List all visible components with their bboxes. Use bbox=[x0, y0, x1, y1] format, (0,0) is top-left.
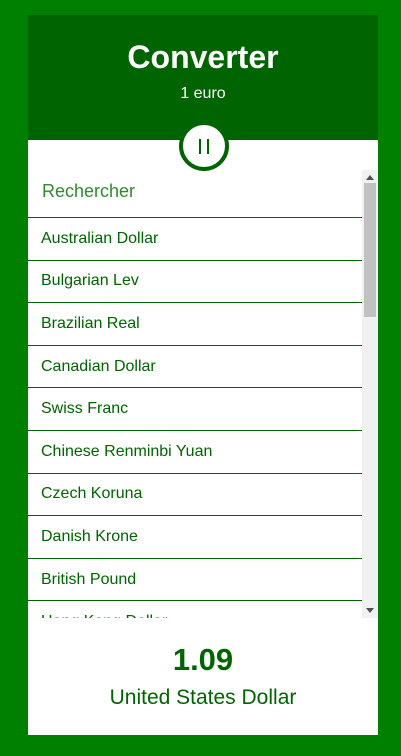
list-item[interactable]: British Pound bbox=[28, 559, 362, 602]
list-item[interactable]: Hong Kong Dollar bbox=[28, 601, 362, 618]
list-item[interactable]: Canadian Dollar bbox=[28, 346, 362, 389]
pause-button[interactable] bbox=[179, 121, 229, 171]
list-item[interactable]: Brazilian Real bbox=[28, 303, 362, 346]
base-amount-label: 1 euro bbox=[180, 85, 226, 102]
scroll-up-arrow-icon[interactable] bbox=[366, 175, 374, 180]
list-item[interactable]: Australian Dollar bbox=[28, 218, 362, 261]
converted-value: 1.09 bbox=[172, 642, 234, 677]
list-scrollbar[interactable] bbox=[362, 170, 378, 618]
list-item[interactable]: Czech Koruna bbox=[28, 474, 362, 517]
scrollbar-thumb[interactable] bbox=[364, 183, 376, 317]
converter-card: Converter 1 euro Australian Dollar Bulga… bbox=[28, 15, 378, 735]
app-title: Converter bbox=[127, 39, 279, 75]
search-input[interactable] bbox=[42, 181, 342, 202]
currency-list: Australian Dollar Bulgarian Lev Brazilia… bbox=[28, 218, 362, 618]
list-item[interactable]: Chinese Renminbi Yuan bbox=[28, 431, 362, 474]
list-item[interactable]: Swiss Franc bbox=[28, 388, 362, 431]
conversion-result: 1.09 United States Dollar bbox=[28, 618, 378, 735]
search-bar bbox=[28, 170, 362, 218]
target-currency-label: United States Dollar bbox=[109, 686, 297, 709]
scroll-down-arrow-icon[interactable] bbox=[366, 608, 374, 613]
currency-list-container: Australian Dollar Bulgarian Lev Brazilia… bbox=[28, 170, 378, 618]
list-item[interactable]: Danish Krone bbox=[28, 516, 362, 559]
pause-icon bbox=[199, 138, 209, 154]
list-item[interactable]: Bulgarian Lev bbox=[28, 261, 362, 304]
